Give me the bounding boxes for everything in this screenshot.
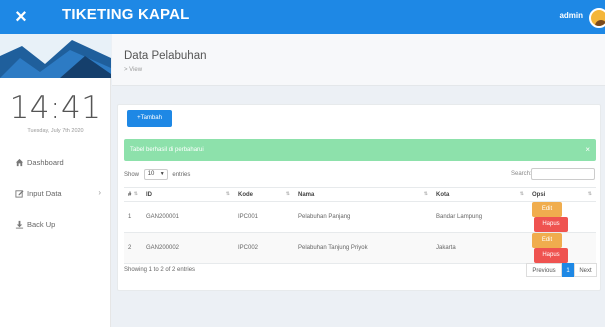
sort-icon: ⇅ xyxy=(423,191,428,197)
app-title: TIKETING KAPAL xyxy=(62,6,190,23)
table-row: 2 GAN200002 IPC002 Pelabuhan Tanjung Pri… xyxy=(124,232,596,264)
alert-close-icon[interactable]: × xyxy=(585,139,590,161)
sort-icon: ⇅ xyxy=(133,191,138,197)
cell-kode: IPC002 xyxy=(234,232,294,264)
sort-icon: ⇅ xyxy=(519,191,524,197)
sort-icon: ⇅ xyxy=(285,191,290,197)
table-row: 1 GAN200001 IPC001 Pelabuhan Panjang Ban… xyxy=(124,201,596,233)
sidebar-banner-image xyxy=(0,34,111,78)
page-title: Data Pelabuhan xyxy=(124,50,207,62)
download-icon xyxy=(15,220,24,229)
table-header-row: # ⇅ ID ⇅ Kode ⇅ Nama ⇅ Kota ⇅ Opsi ⇅ xyxy=(124,187,596,202)
home-icon xyxy=(15,158,24,167)
data-card: +Tambah Tabel berhasil di perbaharui × S… xyxy=(117,104,601,291)
cell-id: GAN200002 xyxy=(142,232,234,264)
cell-id: GAN200001 xyxy=(142,201,234,233)
add-button[interactable]: +Tambah xyxy=(127,110,172,127)
previous-page-button[interactable]: Previous xyxy=(526,263,562,277)
page-header: Data Pelabuhan > View xyxy=(112,34,605,86)
edit-button[interactable]: Edit xyxy=(532,202,562,217)
edit-button[interactable]: Edit xyxy=(532,233,562,248)
page-1-button[interactable]: 1 xyxy=(562,263,574,277)
table-info: Showing 1 to 2 of 2 entries xyxy=(124,267,196,273)
sidebar-item-back-up[interactable]: Back Up xyxy=(0,214,111,236)
column-header-id[interactable]: ID ⇅ xyxy=(142,187,234,202)
chevron-down-icon: ▼ xyxy=(159,171,165,177)
cell-nama: Pelabuhan Panjang xyxy=(294,201,432,233)
column-header-no[interactable]: # ⇅ xyxy=(124,187,142,202)
cell-kota: Bandar Lampung xyxy=(432,201,528,233)
chevron-right-icon: › xyxy=(98,188,101,197)
sidebar-item-label: Dashboard xyxy=(27,158,64,167)
length-control: Show 10 ▼ entries xyxy=(124,169,190,180)
top-navbar: × TIKETING KAPAL admin xyxy=(0,0,605,34)
alert-message: Tabel berhasil di perbaharui xyxy=(130,147,204,153)
close-icon[interactable]: × xyxy=(8,4,34,30)
cell-opsi: EditHapus xyxy=(528,232,596,264)
clock: 14:41 xyxy=(9,90,102,126)
column-header-kota[interactable]: Kota ⇅ xyxy=(432,187,528,202)
data-table: # ⇅ ID ⇅ Kode ⇅ Nama ⇅ Kota ⇅ Opsi ⇅ 1 GAN2000… xyxy=(124,187,596,264)
delete-button[interactable]: Hapus xyxy=(534,217,568,232)
entries-select[interactable]: 10 ▼ xyxy=(143,169,168,180)
delete-button[interactable]: Hapus xyxy=(534,248,568,263)
cell-no: 1 xyxy=(124,201,142,233)
sidebar-item-label: Back Up xyxy=(27,220,56,229)
breadcrumb: > View xyxy=(124,67,143,73)
sidebar-item-label: Input Data xyxy=(27,189,62,198)
edit-icon xyxy=(15,189,24,198)
next-page-button[interactable]: Next xyxy=(574,263,597,277)
sidebar-item-input-data[interactable]: Input Data › xyxy=(0,183,111,205)
avatar[interactable] xyxy=(589,8,605,28)
search-input[interactable] xyxy=(531,168,595,180)
cell-kota: Jakarta xyxy=(432,232,528,264)
user-name[interactable]: admin xyxy=(559,11,583,20)
column-header-opsi[interactable]: Opsi ⇅ xyxy=(528,187,596,202)
search-label: Search: xyxy=(511,171,532,177)
show-label: Show xyxy=(124,172,140,179)
cell-opsi: EditHapus xyxy=(528,201,596,233)
cell-no: 2 xyxy=(124,232,142,264)
entries-label: entries xyxy=(172,172,191,179)
column-header-nama[interactable]: Nama ⇅ xyxy=(294,187,432,202)
date: Tuesday, July 7th 2020 xyxy=(27,128,84,134)
column-header-kode[interactable]: Kode ⇅ xyxy=(234,187,294,202)
sort-icon: ⇅ xyxy=(587,191,592,197)
entries-select-value: 10 xyxy=(147,171,155,177)
cell-nama: Pelabuhan Tanjung Priyok xyxy=(294,232,432,264)
sidebar-item-dashboard[interactable]: Dashboard xyxy=(0,152,111,174)
success-alert: Tabel berhasil di perbaharui × xyxy=(124,139,596,161)
sort-icon: ⇅ xyxy=(225,191,230,197)
sidebar: 14:41 Tuesday, July 7th 2020 Dashboard I… xyxy=(0,34,111,327)
cell-kode: IPC001 xyxy=(234,201,294,233)
